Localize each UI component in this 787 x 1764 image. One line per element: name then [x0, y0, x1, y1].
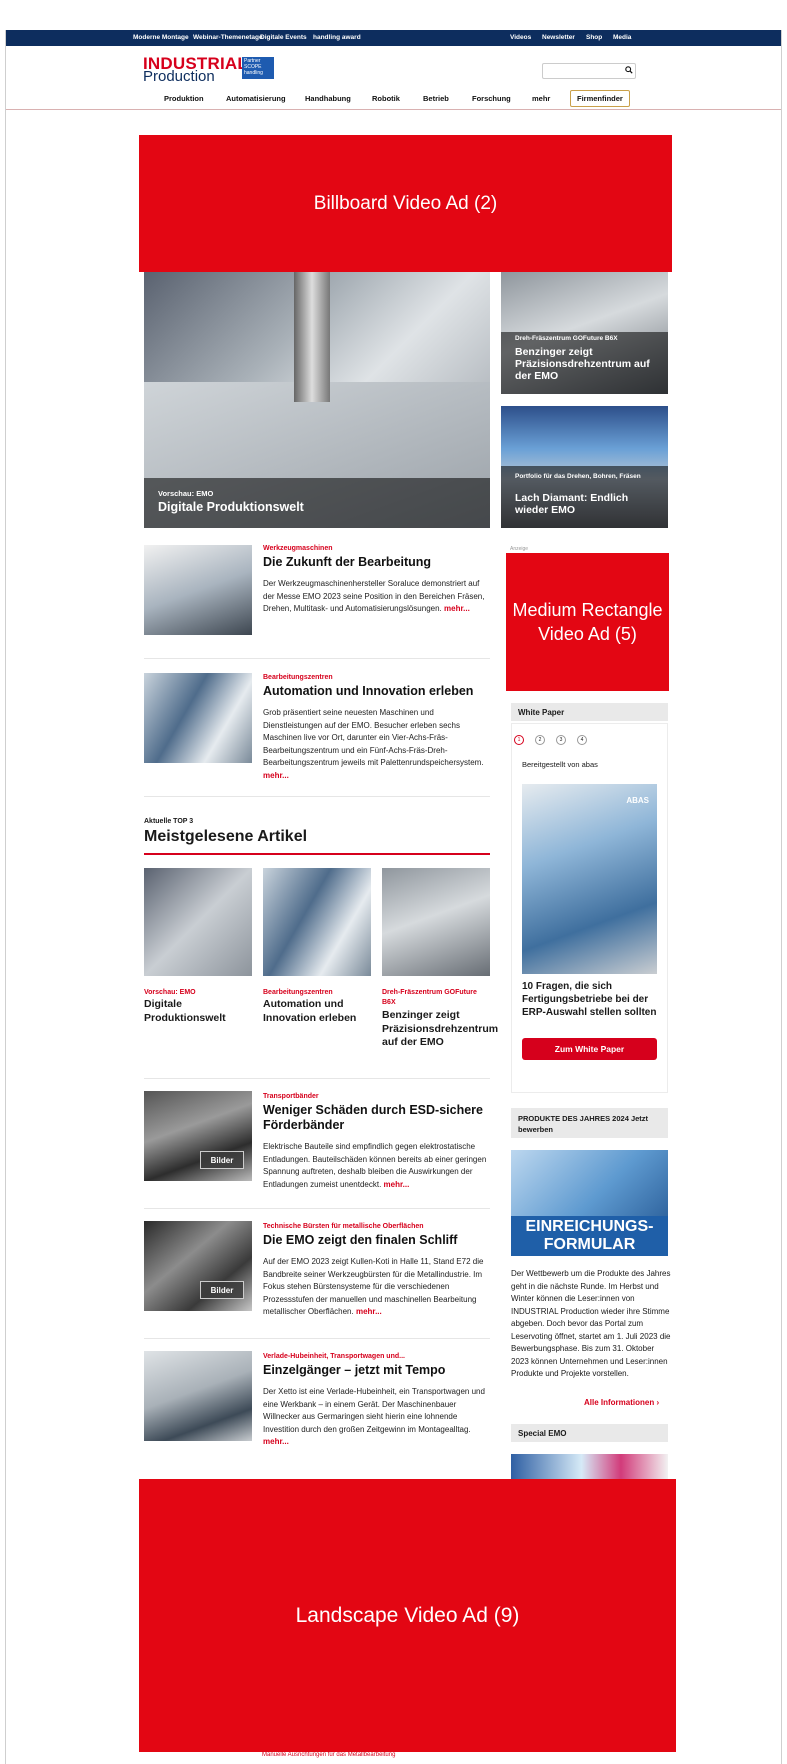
article-title[interactable]: Einzelgänger – jetzt mit Tempo	[263, 1363, 445, 1378]
article-kicker: Transportbänder	[263, 1093, 319, 1100]
top3-kicker-item: Dreh-Fräszentrum GOFuture B6X	[382, 989, 477, 1006]
more-link[interactable]: mehr...	[263, 1437, 289, 1446]
top3-image[interactable]	[144, 868, 252, 976]
nav-automatisierung[interactable]: Automatisierung	[226, 94, 286, 103]
divider	[144, 1338, 490, 1339]
side-card-title[interactable]: Benzinger zeigt Präzisionsdrehzentrum au…	[515, 346, 660, 382]
topbar-link-2[interactable]: Webinar-Themenetage	[193, 34, 263, 41]
nav-mehr[interactable]: mehr	[532, 94, 550, 103]
side-card-lach[interactable]: Portfolio für das Drehen, Bohren, Fräsen…	[501, 406, 668, 528]
article-text: Elektrische Bauteile sind empfindlich ge…	[263, 1142, 487, 1189]
more-link[interactable]: mehr...	[384, 1180, 410, 1189]
nav-firmenfinder[interactable]: Firmenfinder	[570, 90, 630, 107]
landscape-ad[interactable]: Landscape Video Ad (9)	[139, 1479, 676, 1752]
topbar-videos[interactable]: Videos	[510, 34, 531, 41]
ad-label: Anzeige	[510, 546, 529, 552]
whitepaper-cover[interactable]: ABAS	[522, 784, 657, 974]
side-card-title[interactable]: Lach Diamant: Endlich wieder EMO	[515, 492, 660, 516]
pager-dot[interactable]: 1	[514, 735, 524, 745]
pager-dot[interactable]: 4	[577, 735, 587, 745]
article-text: Grob präsentiert seine neuesten Maschine…	[263, 708, 484, 780]
article-text: Der Xetto ist eine Verlade-Hubeinheit, e…	[263, 1387, 485, 1446]
special-emo-image[interactable]	[511, 1454, 668, 1479]
topbar-media[interactable]: Media	[613, 34, 631, 41]
nav-handhabung[interactable]: Handhabung	[305, 94, 351, 103]
top3-rule	[144, 853, 490, 855]
topbar-link-3[interactable]: Digitale Events	[260, 34, 307, 41]
pdj-text: Der Wettbewerb um die Produkte des Jahre…	[511, 1269, 671, 1378]
pdj-link[interactable]: Alle Informationen ›	[584, 1398, 659, 1407]
topbar-link-4[interactable]: handling award	[313, 34, 361, 41]
article-title[interactable]: Weniger Schäden durch ESD-sichere Förder…	[263, 1103, 493, 1133]
article-kicker: Werkzeugmaschinen	[263, 545, 333, 552]
top3-item-title[interactable]: Benzinger zeigt Präzisionsdrehzentrum au…	[382, 1009, 498, 1050]
divider	[144, 658, 490, 659]
search-icon[interactable]	[625, 66, 633, 74]
top3-kicker-item: Vorschau: EMO	[144, 989, 196, 996]
top-bar: Moderne Montage Webinar-Themenetage Digi…	[6, 30, 781, 46]
hero-kicker: Vorschau: EMO	[158, 489, 214, 498]
article-thumbnail[interactable]	[144, 1351, 252, 1441]
more-link[interactable]: mehr...	[444, 604, 470, 613]
logo-badge: Partner SCOPE handling	[242, 57, 274, 79]
article-title[interactable]: Die EMO zeigt den finalen Schliff	[263, 1233, 457, 1248]
nav-produktion[interactable]: Produktion	[164, 94, 204, 103]
pdj-header: PRODUKTE DES JAHRES 2024 Jetzt bewerben	[511, 1108, 668, 1138]
whitepaper-title[interactable]: 10 Fragen, die sich Fertigungsbetriebe b…	[522, 980, 662, 1019]
bilder-badge[interactable]: Bilder	[200, 1281, 244, 1299]
more-link[interactable]: mehr...	[263, 771, 289, 780]
more-link[interactable]: mehr...	[356, 1307, 382, 1316]
side-card-kicker: Dreh-Fräszentrum GOFuture B6X	[515, 335, 618, 342]
whitepaper-provider: Bereitgestellt von abas	[522, 760, 598, 769]
article-thumbnail[interactable]	[144, 545, 252, 635]
nav-robotik[interactable]: Robotik	[372, 94, 400, 103]
search-input[interactable]	[542, 63, 636, 79]
bilder-badge[interactable]: Bilder	[200, 1151, 244, 1169]
topbar-link-1[interactable]: Moderne Montage	[133, 34, 189, 41]
abas-logo: ABAS	[626, 796, 649, 805]
nav-betrieb[interactable]: Betrieb	[423, 94, 449, 103]
top3-image[interactable]	[263, 868, 371, 976]
footnote-kicker: Manuelle Ausrichtungen für das Metallbea…	[262, 1752, 396, 1758]
top3-item-title[interactable]: Automation und Innovation erleben	[263, 998, 371, 1025]
topbar-newsletter[interactable]: Newsletter	[542, 34, 575, 41]
special-emo-header: Special EMO	[511, 1424, 668, 1442]
top3-image[interactable]	[382, 868, 490, 976]
pager-dot[interactable]: 3	[556, 735, 566, 745]
article-thumbnail[interactable]	[144, 673, 252, 763]
hero-title[interactable]: Digitale Produktionswelt	[158, 500, 304, 514]
top3-title: Meistgelesene Artikel	[144, 828, 308, 845]
medium-rectangle-ad[interactable]: Medium Rectangle Video Ad (5)	[506, 553, 669, 691]
article-title[interactable]: Automation und Innovation erleben	[263, 684, 473, 699]
topbar-shop[interactable]: Shop	[586, 34, 602, 41]
whitepaper-button[interactable]: Zum White Paper	[522, 1038, 657, 1060]
pdj-image[interactable]: EINREICHUNGS-FORMULAR	[511, 1150, 668, 1256]
article-kicker: Bearbeitungszentren	[263, 674, 333, 681]
article-title[interactable]: Die Zukunft der Bearbeitung	[263, 555, 431, 570]
article-kicker: Technische Bürsten für metallische Oberf…	[263, 1223, 424, 1230]
chevron-right-icon: ›	[656, 1398, 660, 1407]
top3-item-title[interactable]: Digitale Produktionswelt	[144, 998, 252, 1025]
whitepaper-header: White Paper	[511, 703, 668, 721]
nav-forschung[interactable]: Forschung	[472, 94, 511, 103]
side-card-benzinger[interactable]: Dreh-Fräszentrum GOFuture B6X Benzinger …	[501, 272, 668, 394]
divider	[144, 1078, 490, 1079]
logo-production[interactable]: Production	[143, 68, 215, 85]
article-text: Auf der EMO 2023 zeigt Kullen-Koti in Ha…	[263, 1257, 484, 1316]
divider	[144, 796, 490, 797]
article-kicker: Verlade-Hubeinheit, Transportwagen und..…	[263, 1353, 405, 1360]
divider	[144, 1208, 490, 1209]
pager-dot[interactable]: 2	[535, 735, 545, 745]
top3-kicker: Aktuelle TOP 3	[144, 818, 194, 825]
pdj-image-text: EINREICHUNGS-FORMULAR	[511, 1216, 668, 1256]
article-text: Der Werkzeugmaschinenhersteller Soraluce…	[263, 579, 485, 613]
billboard-ad[interactable]: Billboard Video Ad (2)	[139, 135, 672, 272]
side-card-kicker: Portfolio für das Drehen, Bohren, Fräsen	[515, 473, 641, 480]
hero-spindle	[294, 272, 330, 402]
top3-kicker-item: Bearbeitungszentren	[263, 989, 333, 996]
